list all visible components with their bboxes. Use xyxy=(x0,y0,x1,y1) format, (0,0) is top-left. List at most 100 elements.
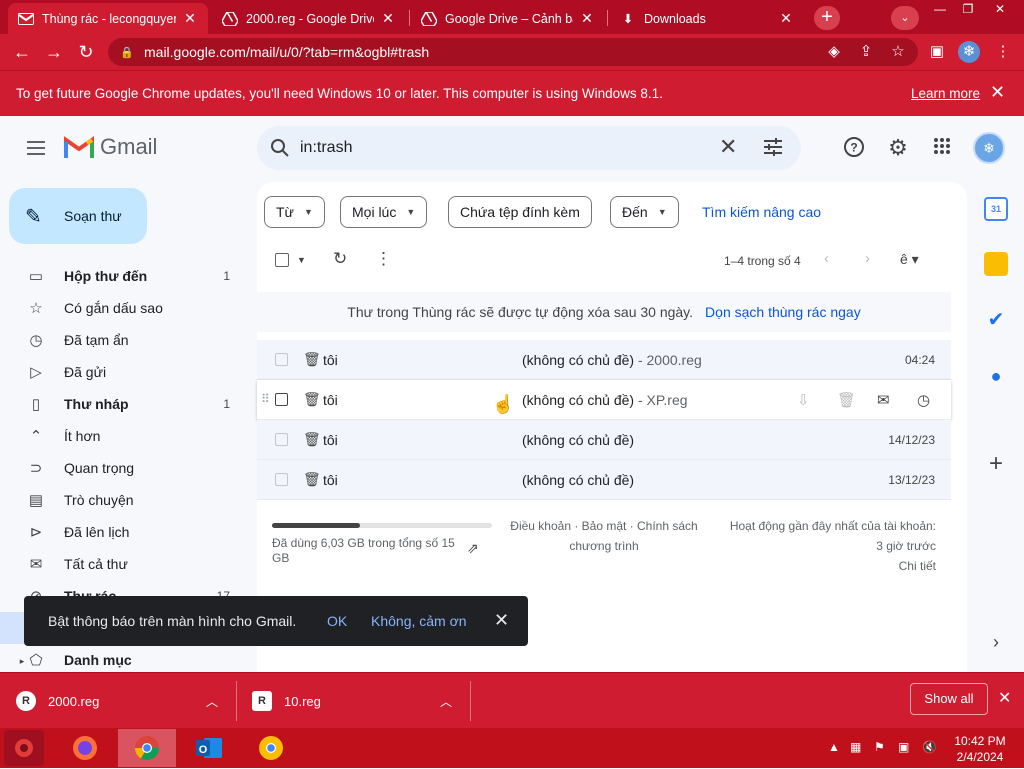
more-options-icon[interactable]: ⋮ xyxy=(375,249,392,269)
window-close-icon[interactable]: ✕ xyxy=(982,0,1018,18)
tab-search-button[interactable]: ⌄ xyxy=(891,6,919,30)
filter-chip-from[interactable]: Từ ▼ xyxy=(264,196,325,228)
show-all-downloads-button[interactable]: Show all xyxy=(910,683,988,715)
tab-downloads[interactable]: ⬇ Downloads ✕ xyxy=(610,3,804,34)
delete-forever-icon[interactable]: 🗑 xyxy=(837,391,856,409)
row-checkbox[interactable] xyxy=(275,353,288,366)
main-menu-icon[interactable] xyxy=(24,137,48,161)
tray-overflow-icon[interactable]: ▲ xyxy=(828,740,840,754)
close-icon[interactable]: ✕ xyxy=(998,688,1011,708)
mail-search-bar[interactable]: in:trash ✕ xyxy=(257,126,801,170)
policy-links[interactable]: Điều khoản · Bảo mật · Chính sách chương… xyxy=(504,516,704,556)
tab-gmail-trash[interactable]: Thùng rác - lecongquyen ✕ xyxy=(8,3,208,34)
empty-trash-link[interactable]: Dọn sạch thùng rác ngay xyxy=(705,304,861,320)
sidebar-item-less[interactable]: ⌃ Ít hơn xyxy=(0,420,248,452)
sidebar-item-scheduled[interactable]: ⊳ Đã lên lịch xyxy=(0,516,248,548)
outlook-taskbar-icon[interactable]: O xyxy=(180,729,238,767)
row-checkbox[interactable] xyxy=(275,473,288,486)
row-checkbox[interactable] xyxy=(275,433,288,446)
sidebar-item-starred[interactable]: ☆ Có gắn dấu sao xyxy=(0,292,248,324)
google-apps-icon[interactable] xyxy=(930,136,954,160)
forward-icon[interactable]: → xyxy=(42,40,66,64)
back-icon[interactable]: ← xyxy=(10,40,34,64)
refresh-icon[interactable]: ↻ xyxy=(333,249,347,269)
profile-avatar[interactable]: ❄ xyxy=(958,41,980,63)
search-icon[interactable] xyxy=(269,137,291,159)
system-clock[interactable]: 10:42 PM 2/4/2024 xyxy=(950,733,1010,765)
clear-search-icon[interactable]: ✕ xyxy=(719,134,737,160)
bookmark-star-icon[interactable]: ☆ xyxy=(887,41,909,63)
enable-notifications-button[interactable]: OK xyxy=(327,613,347,629)
get-addons-icon[interactable]: + xyxy=(984,452,1008,476)
keep-icon[interactable] xyxy=(984,252,1008,276)
select-all-checkbox[interactable] xyxy=(275,253,289,267)
learn-more-link[interactable]: Learn more xyxy=(911,86,980,101)
expand-side-panel-icon[interactable]: › xyxy=(984,630,1008,654)
compose-button[interactable]: ✎ Soạn thư xyxy=(9,188,147,244)
table-row[interactable]: 🗑 tôi (không có chủ đề) - 2000.reg 04:24 xyxy=(257,340,951,380)
sidebar-item-all-mail[interactable]: ✉ Tất cả thư xyxy=(0,548,248,580)
share-icon[interactable]: ⇪ xyxy=(855,41,877,63)
close-icon[interactable]: ✕ xyxy=(778,10,794,27)
chrome-taskbar-icon[interactable] xyxy=(118,729,176,767)
close-icon[interactable]: ✕ xyxy=(182,10,198,27)
sidebar-item-drafts[interactable]: ▯ Thư nháp 1 xyxy=(0,388,248,420)
activity-details-link[interactable]: Chi tiết xyxy=(710,556,936,576)
chevron-up-icon[interactable]: ︿ xyxy=(206,693,218,710)
chrome-canary-taskbar-icon[interactable] xyxy=(242,729,300,767)
download-item[interactable]: R 2000.reg ︿ xyxy=(16,673,234,729)
volume-muted-icon[interactable]: 🔇 xyxy=(922,740,937,754)
tasks-icon[interactable]: ✔ xyxy=(984,308,1008,332)
tab-drive-warning[interactable]: Google Drive – Cảnh báo ✕ xyxy=(411,3,605,34)
close-icon[interactable]: ✕ xyxy=(579,10,595,27)
settings-gear-icon[interactable]: ⚙ xyxy=(886,136,910,160)
extension-icon[interactable]: ◈ xyxy=(823,41,845,63)
filter-chip-attachment[interactable]: Chứa tệp đính kèm xyxy=(448,196,592,228)
sidebar-item-important[interactable]: ⊃ Quan trọng xyxy=(0,452,248,484)
calendar-icon[interactable]: 31 xyxy=(984,197,1008,221)
address-bar[interactable]: 🔒 mail.google.com/mail/u/0/?tab=rm&ogbl#… xyxy=(108,38,918,66)
close-icon[interactable]: ✕ xyxy=(494,610,509,631)
reload-icon[interactable]: ↻ xyxy=(74,40,98,64)
filter-chip-time[interactable]: Mọi lúc ▼ xyxy=(340,196,428,228)
network-icon[interactable]: ▣ xyxy=(898,740,909,754)
help-icon[interactable]: ? xyxy=(842,136,866,160)
download-item[interactable]: R 10.reg ︿ xyxy=(252,673,468,729)
sidebar-item-chats[interactable]: ▤ Trò chuyện xyxy=(0,484,248,516)
new-tab-button[interactable]: + xyxy=(814,6,840,30)
firefox-taskbar-icon[interactable] xyxy=(56,729,114,767)
search-options-icon[interactable] xyxy=(762,136,784,158)
minimize-icon[interactable]: — xyxy=(926,0,954,18)
decline-notifications-button[interactable]: Không, cảm ơn xyxy=(371,613,467,629)
filter-chip-to[interactable]: Đến ▼ xyxy=(610,196,679,228)
sidebar-item-sent[interactable]: ▷ Đã gửi xyxy=(0,356,248,388)
action-center-flag-icon[interactable]: ⚑ xyxy=(874,740,885,754)
start-button[interactable] xyxy=(4,730,44,766)
contacts-icon[interactable]: ● xyxy=(984,364,1008,388)
chevron-up-icon[interactable]: ︿ xyxy=(440,693,452,710)
select-dropdown-icon[interactable]: ▼ xyxy=(297,255,306,265)
row-checkbox[interactable] xyxy=(275,393,288,406)
gmail-logo[interactable]: Gmail xyxy=(64,134,157,160)
account-avatar[interactable]: ❄ xyxy=(973,132,1005,164)
table-row[interactable]: ⠿ 🗑 tôi (không có chủ đề) - XP.reg ⇩ 🗑 ✉… xyxy=(257,380,951,420)
snooze-icon[interactable]: ◷ xyxy=(917,391,930,409)
advanced-search-link[interactable]: Tìm kiếm nâng cao xyxy=(702,204,821,220)
open-in-new-icon[interactable]: ⇗ xyxy=(467,540,479,557)
next-page-icon[interactable]: › xyxy=(865,250,870,267)
move-to-inbox-icon[interactable]: ⇩ xyxy=(797,391,810,409)
close-icon[interactable]: ✕ xyxy=(380,10,396,27)
prev-page-icon[interactable]: ‹ xyxy=(824,250,829,267)
side-panel-icon[interactable]: ▣ xyxy=(926,41,948,63)
table-row[interactable]: 🗑 tôi (không có chủ đề) 14/12/23 xyxy=(257,420,951,460)
restore-icon[interactable]: ❐ xyxy=(954,0,982,18)
menu-dots-icon[interactable]: ⋮ xyxy=(992,41,1014,63)
drag-handle-icon[interactable]: ⠿ xyxy=(261,392,270,406)
sidebar-item-inbox[interactable]: ▭ Hộp thư đến 1 xyxy=(0,260,248,292)
search-query[interactable]: in:trash xyxy=(300,139,352,157)
table-row[interactable]: 🗑 tôi (không có chủ đề) 13/12/23 xyxy=(257,460,951,500)
tab-drive-2000[interactable]: 2000.reg - Google Drive ✕ xyxy=(212,3,406,34)
input-tools-icon[interactable]: ê ▾ xyxy=(900,251,919,268)
tray-app-icon[interactable]: ▦ xyxy=(850,740,861,754)
sidebar-item-snoozed[interactable]: ◷ Đã tạm ẩn xyxy=(0,324,248,356)
